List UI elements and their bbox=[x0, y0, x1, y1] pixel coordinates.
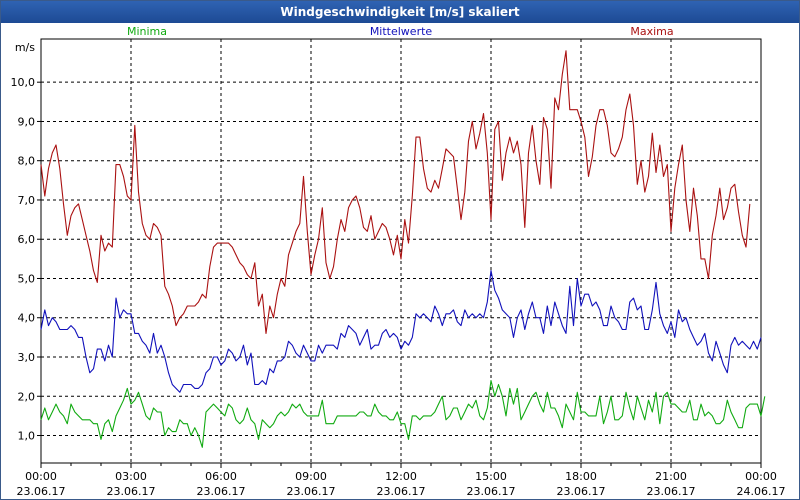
x-tick-time: 00:00 bbox=[25, 470, 57, 483]
x-tick-date: 23.06.17 bbox=[377, 485, 426, 498]
y-tick-label: 7,0 bbox=[18, 194, 36, 207]
y-tick-label: 3,0 bbox=[18, 351, 36, 364]
x-tick-time: 12:00 bbox=[385, 470, 417, 483]
x-tick-time: 06:00 bbox=[205, 470, 237, 483]
x-tick-date: 23.06.17 bbox=[17, 485, 66, 498]
series-line-minima bbox=[40, 380, 766, 448]
x-tick-date: 23.06.17 bbox=[557, 485, 606, 498]
series-line-maxima bbox=[40, 50, 751, 334]
series-line-mittelwerte bbox=[40, 270, 762, 393]
x-tick-date: 23.06.17 bbox=[287, 485, 336, 498]
legend-mittelwerte: Mittelwerte bbox=[370, 25, 433, 38]
x-tick-date: 24.06.17 bbox=[737, 485, 786, 498]
y-tick-label: 6,0 bbox=[18, 233, 36, 246]
x-tick-date: 23.06.17 bbox=[467, 485, 516, 498]
x-tick-time: 18:00 bbox=[565, 470, 597, 483]
y-axis-label: m/s bbox=[15, 41, 35, 54]
x-tick-date: 23.06.17 bbox=[107, 485, 156, 498]
y-tick-label: 5,0 bbox=[18, 272, 36, 285]
x-tick-time: 00:00 bbox=[745, 470, 777, 483]
x-tick-time: 15:00 bbox=[475, 470, 507, 483]
y-tick-label: 8,0 bbox=[18, 155, 36, 168]
x-tick-date: 23.06.17 bbox=[647, 485, 696, 498]
y-tick-label: 1,0 bbox=[18, 430, 36, 443]
x-tick-date: 23.06.17 bbox=[197, 485, 246, 498]
chart-area: 1,0 2,0 3,0 4,0 5,0 6,0 7,0 8,0 9,0 10,0 m/s 00:00 2… bbox=[11, 25, 786, 498]
x-tick-time: 21:00 bbox=[655, 470, 687, 483]
y-tick-label: 2,0 bbox=[18, 390, 36, 403]
axes: 1,0 2,0 3,0 4,0 5,0 6,0 7,0 8,0 9,0 10,0 m/s 00:00 2… bbox=[11, 38, 786, 498]
legend: Maxima Mittelwerte Minima bbox=[127, 25, 674, 38]
series-lines bbox=[40, 50, 766, 448]
grid bbox=[41, 39, 761, 463]
chart-window: Windgeschwindigkeit [m/s] skaliert 1,0 2,… bbox=[0, 0, 800, 500]
y-tick-label: 4,0 bbox=[18, 312, 36, 325]
legend-maxima: Maxima bbox=[630, 25, 673, 38]
window-title: Windgeschwindigkeit [m/s] skaliert bbox=[1, 1, 799, 23]
y-tick-label: 9,0 bbox=[18, 115, 36, 128]
legend-minima: Minima bbox=[127, 25, 167, 38]
x-tick-time: 03:00 bbox=[115, 470, 147, 483]
y-tick-label: 10,0 bbox=[11, 76, 36, 89]
x-tick-time: 09:00 bbox=[295, 470, 327, 483]
